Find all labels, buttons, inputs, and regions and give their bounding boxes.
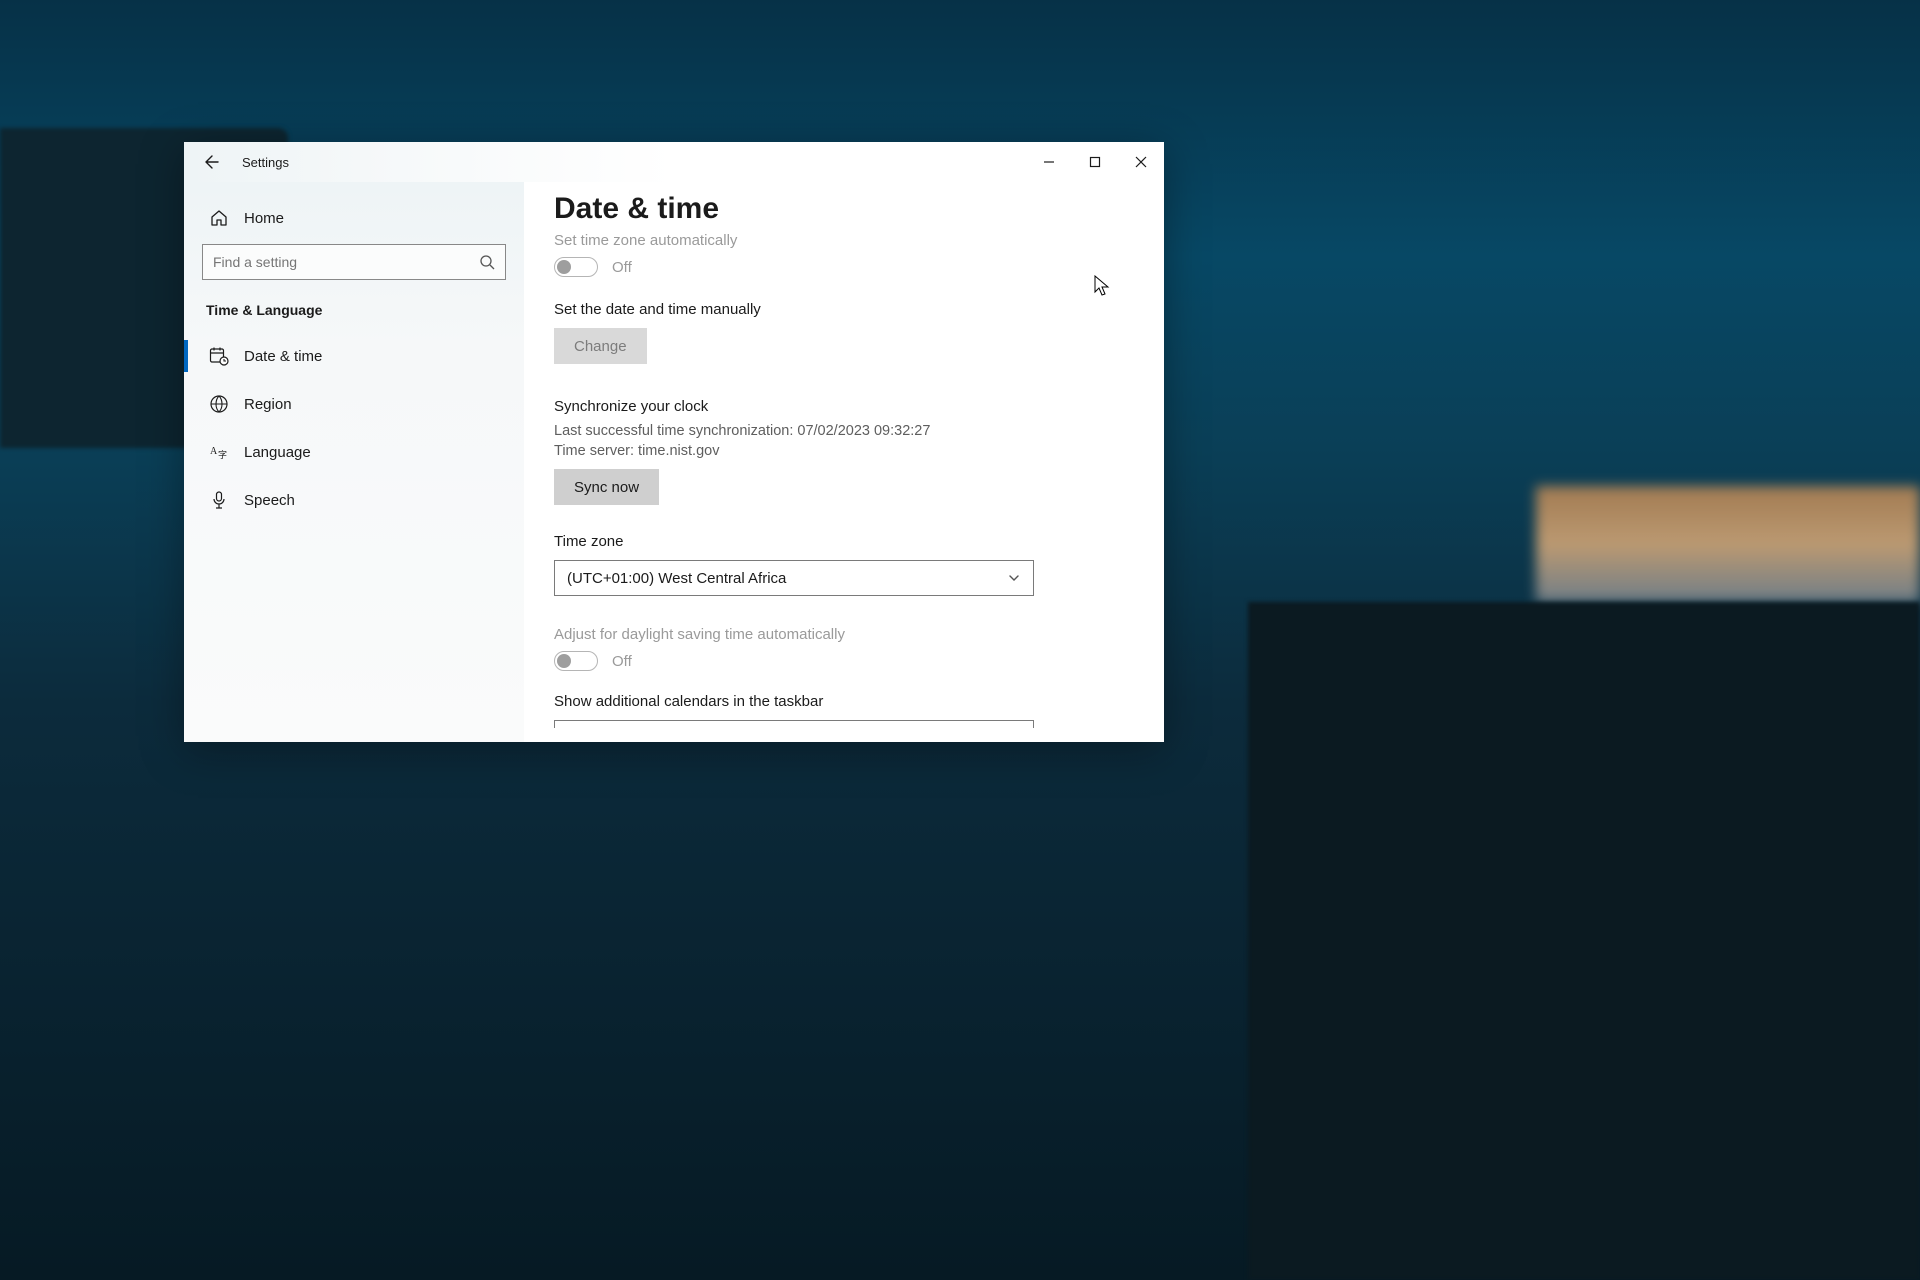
sidebar-section-title: Time & Language [206,302,506,318]
additional-calendars-label: Show additional calendars in the taskbar [554,693,1134,710]
svg-text:A: A [210,446,218,457]
last-sync-text: Last successful time synchronization: 07… [554,423,1134,439]
sync-now-button[interactable]: Sync now [554,469,659,505]
back-button[interactable] [196,146,228,178]
chevron-down-icon [1007,571,1021,585]
dst-label: Adjust for daylight saving time automati… [554,626,1134,643]
timezone-dropdown[interactable]: (UTC+01:00) West Central Africa [554,560,1034,596]
sync-heading: Synchronize your clock [554,398,1134,415]
manual-datetime-label: Set the date and time manually [554,301,1134,318]
timezone-label: Time zone [554,533,1134,550]
microphone-icon [208,489,230,511]
sidebar-item-label: Date & time [244,348,322,365]
search-container [202,244,506,280]
sidebar-item-speech[interactable]: Speech [202,476,506,524]
maximize-button[interactable] [1072,142,1118,182]
back-arrow-icon [204,154,220,170]
language-icon: A字 [208,441,230,463]
timezone-value: (UTC+01:00) West Central Africa [567,570,786,587]
content-area: Date & time Set time zone automatically … [524,182,1164,742]
titlebar: Settings [184,142,1164,182]
window-body: Home Time & Language Date & time R [184,182,1164,742]
change-datetime-button[interactable]: Change [554,328,647,364]
sidebar-item-label: Speech [244,492,295,509]
minimize-icon [1043,156,1055,168]
sidebar-item-region[interactable]: Region [202,380,506,428]
search-icon [479,254,495,270]
sidebar-item-date-time[interactable]: Date & time [202,332,506,380]
minimize-button[interactable] [1026,142,1072,182]
home-icon [208,207,230,229]
svg-text:字: 字 [218,449,227,460]
maximize-icon [1089,156,1101,168]
sidebar: Home Time & Language Date & time R [184,182,524,742]
additional-calendars-dropdown[interactable] [554,720,1034,728]
page-title: Date & time [554,192,1134,226]
settings-window: Settings Home [184,142,1164,742]
window-controls [1026,142,1164,182]
search-box[interactable] [202,244,506,280]
auto-timezone-toggle[interactable] [554,257,598,277]
sidebar-item-language[interactable]: A字 Language [202,428,506,476]
dst-toggle[interactable] [554,651,598,671]
close-button[interactable] [1118,142,1164,182]
sidebar-home[interactable]: Home [202,196,506,240]
auto-timezone-label: Set time zone automatically [554,232,1134,249]
window-title: Settings [242,155,289,170]
dst-state: Off [612,653,632,670]
calendar-clock-icon [208,345,230,367]
auto-timezone-state: Off [612,259,632,276]
close-icon [1135,156,1147,168]
sidebar-home-label: Home [244,210,284,227]
time-server-text: Time server: time.nist.gov [554,443,1134,459]
sidebar-item-label: Language [244,444,311,461]
globe-icon [208,393,230,415]
sidebar-item-label: Region [244,396,292,413]
search-input[interactable] [213,254,479,270]
